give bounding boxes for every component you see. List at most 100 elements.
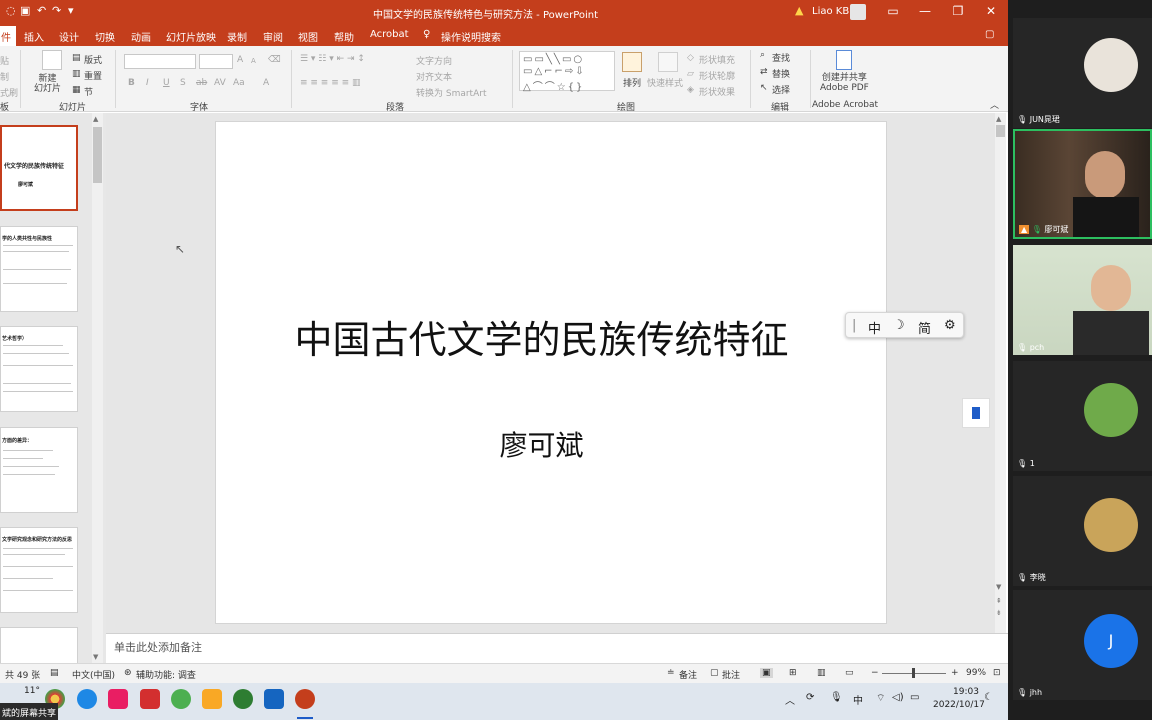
shape-fill-icon[interactable]: ◇ (687, 53, 694, 63)
comments-icon[interactable]: ▢ (985, 29, 994, 40)
gear-icon[interactable]: ⚙ (944, 318, 956, 333)
current-slide[interactable]: 中国古代文学的民族传统特征 廖可斌 (215, 121, 887, 624)
select-icon[interactable]: ↖ (760, 83, 768, 93)
shadow-button[interactable]: S (180, 78, 186, 88)
notes-icon[interactable]: ≐ (667, 668, 675, 678)
tab-record[interactable]: 录制 (227, 29, 247, 44)
ime-indicator[interactable]: 中 (853, 692, 863, 707)
slideshow-icon[interactable]: ▭ (845, 668, 854, 678)
slide-scrollbar[interactable]: ▲ ▼ ⇞ ⇟ (995, 113, 1006, 633)
notes-placeholder[interactable]: 单击此处添加备注 (114, 639, 202, 655)
next-slide-icon[interactable]: ⇟ (996, 609, 1002, 617)
notifications-icon[interactable]: ☾ (984, 692, 993, 703)
clear-format-icon[interactable]: ⌫ (268, 55, 281, 65)
screen-share-banner[interactable]: 斌的屏幕共享 (0, 703, 58, 720)
user-avatar[interactable] (850, 4, 866, 20)
warning-icon[interactable]: ▲ (795, 4, 803, 17)
font-name-combo[interactable] (124, 54, 196, 69)
section-button[interactable]: 节 (84, 85, 93, 98)
font-size-combo[interactable] (199, 54, 233, 69)
participant-tile[interactable]: J 🎙 jhh (1013, 590, 1152, 700)
sync-icon[interactable]: ⟳ (806, 692, 814, 703)
scroll-thumb[interactable] (996, 125, 1005, 137)
wechat-icon[interactable] (171, 689, 191, 709)
find-button[interactable]: 查找 (772, 51, 790, 64)
shape-effects-button[interactable]: 形状效果 (699, 85, 735, 98)
text-direction-button[interactable]: 文字方向 (416, 54, 452, 67)
ime-simplified-button[interactable]: 简 (918, 318, 931, 337)
show-hidden-icons[interactable]: ︿ (785, 692, 795, 707)
user-name[interactable]: Liao KB (812, 6, 849, 17)
select-button[interactable]: 选择 (772, 83, 790, 96)
grow-font-button[interactable]: A (237, 55, 243, 65)
notes-toggle[interactable]: 备注 (679, 668, 697, 681)
shrink-font-button[interactable]: A (251, 57, 256, 65)
redo-icon[interactable]: ↷ (52, 4, 61, 17)
quick-styles-button[interactable]: 快速样式 (647, 76, 683, 89)
slide-thumbnail[interactable]: 代文学的民族传统特征 廖可斌 (0, 125, 78, 211)
thumbnail-scrollbar[interactable]: ▲ ▼ (92, 113, 103, 665)
accessibility-icon[interactable]: ⊛ (124, 668, 132, 678)
align-text-button[interactable]: 对齐文本 (416, 70, 452, 83)
language-indicator[interactable]: 中文(中国) (72, 668, 115, 681)
bold-button[interactable]: B (128, 78, 135, 88)
slide-thumbnail[interactable]: 学的人类共性与民族性 (0, 226, 78, 312)
acrobat-icon[interactable] (140, 689, 160, 709)
weather-temp[interactable]: 11° (24, 686, 40, 696)
slide-thumbnail[interactable]: 方面的差异： (0, 427, 78, 513)
slide-title[interactable]: 中国古代文学的民族传统特征 (216, 309, 867, 364)
zoom-in-icon[interactable]: + (951, 668, 959, 678)
fit-to-window-icon[interactable]: ⊡ (993, 668, 1001, 678)
slide-thumbnail[interactable]: 文学研究观念和研究方法的反思 (0, 527, 78, 613)
autosave-icon[interactable]: ◌ (6, 4, 16, 17)
format-painter-partial[interactable]: 式刷 (0, 86, 18, 99)
normal-view-icon[interactable]: ▣ (760, 668, 773, 678)
spelling-icon[interactable]: ▤ (50, 668, 59, 678)
shape-outline-icon[interactable]: ▱ (687, 69, 694, 79)
tab-animations[interactable]: 动画 (131, 29, 151, 44)
align-icons[interactable]: ≡ ≡ ≡ ≡ ≡ ▥ (300, 78, 361, 88)
tab-transitions[interactable]: 切换 (95, 29, 115, 44)
edge-icon[interactable] (77, 689, 97, 709)
strikethrough-button[interactable]: ab (196, 78, 207, 88)
tab-review[interactable]: 审阅 (263, 29, 283, 44)
quick-styles-icon[interactable] (658, 52, 678, 72)
shape-fill-button[interactable]: 形状填充 (699, 53, 735, 66)
ribbon-display-icon[interactable]: ▭ (886, 4, 900, 18)
maximize-button[interactable]: ❐ (951, 4, 965, 18)
ime-moon-icon[interactable]: ☽ (893, 318, 905, 333)
tab-acrobat[interactable]: Acrobat (370, 29, 409, 40)
tell-me-search[interactable]: 操作说明搜索 (441, 29, 501, 44)
slide-sorter-icon[interactable]: ⊞ (789, 668, 797, 678)
create-pdf-icon[interactable] (836, 50, 852, 70)
shapes-gallery[interactable]: ▭▭╲╲▭○ ▭△⌐⌐⇨⇩ △⌒⌒☆{} (519, 51, 615, 93)
smartart-button[interactable]: 转换为 SmartArt (416, 86, 486, 99)
zoom-level[interactable]: 99% (966, 668, 986, 678)
save-icon[interactable]: ▣ (20, 4, 30, 17)
italic-button[interactable]: I (146, 78, 149, 88)
reset-icon[interactable]: ▥ (72, 69, 81, 79)
shape-outline-button[interactable]: 形状轮廓 (699, 69, 735, 82)
ime-mode-button[interactable]: 中 (868, 318, 881, 337)
undo-icon[interactable]: ↶ (37, 4, 46, 17)
scroll-down-icon[interactable]: ▼ (93, 653, 98, 661)
tab-view[interactable]: 视图 (298, 29, 318, 44)
clock-date[interactable]: 2022/10/17 (933, 700, 985, 710)
bookmark-button[interactable] (962, 398, 990, 428)
comments-toggle[interactable]: 批注 (722, 668, 740, 681)
wifi-icon[interactable]: ⌔ (876, 692, 885, 705)
replace-button[interactable]: 替换 (772, 67, 790, 80)
comments-icon[interactable]: ▢ (710, 668, 719, 678)
scroll-up-icon[interactable]: ▲ (93, 115, 98, 123)
scroll-down-icon[interactable]: ▼ (996, 583, 1001, 591)
notes-pane[interactable]: 单击此处添加备注 (106, 633, 1008, 663)
slide-author[interactable]: 廖可斌 (216, 424, 867, 464)
arrange-button[interactable]: 排列 (623, 76, 641, 89)
participant-tile[interactable]: ▲ 🎙 廖可斌 (1013, 129, 1152, 239)
meeting-app-icon[interactable] (264, 689, 284, 709)
zoom-slider-thumb[interactable] (912, 668, 915, 678)
ime-drag-handle[interactable]: | (852, 318, 856, 333)
collapse-ribbon-icon[interactable]: ︿ (990, 98, 999, 111)
bullets-icon[interactable]: ☰ ▾ ☷ ▾ ⇤ ⇥ ↕ (300, 54, 365, 64)
arrange-icon[interactable] (622, 52, 642, 72)
